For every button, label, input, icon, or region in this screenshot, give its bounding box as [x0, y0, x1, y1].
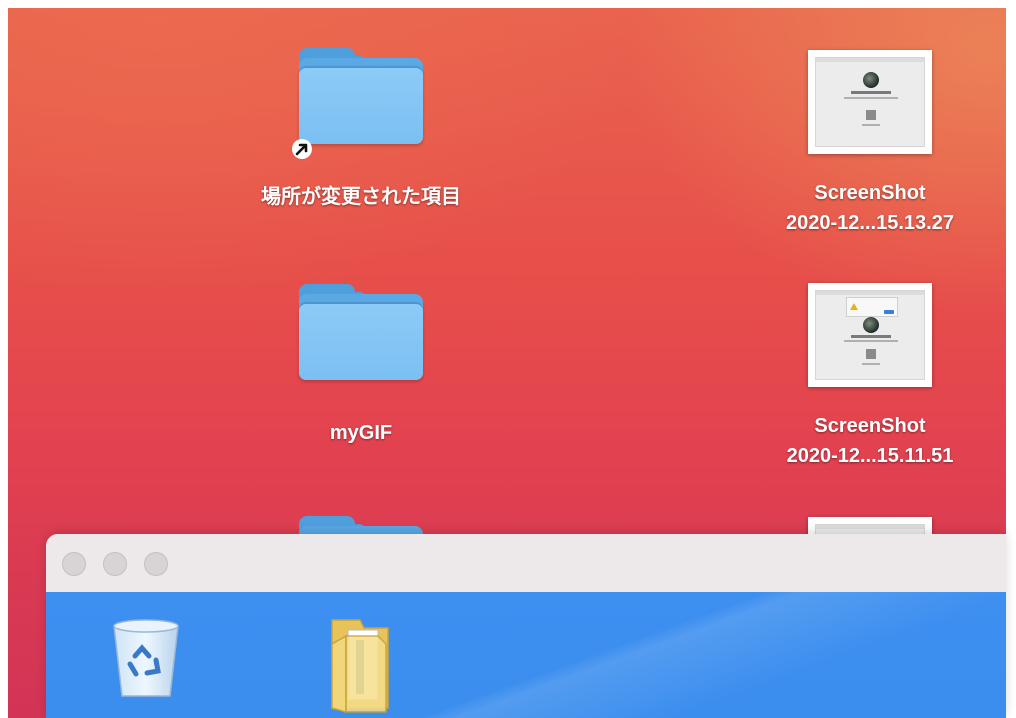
window-titlebar[interactable]	[46, 534, 1006, 592]
icon-label: myGIF	[329, 422, 393, 444]
zoom-button[interactable]	[144, 552, 168, 576]
disk-icon	[866, 110, 876, 120]
icon-label-line2: 2020-12...15.13.27	[786, 212, 954, 234]
close-button[interactable]	[62, 552, 86, 576]
minimize-button[interactable]	[103, 552, 127, 576]
macos-logo-icon	[863, 317, 879, 333]
icon-label-line1: ScreenShot	[814, 182, 926, 204]
desktop-icon-screenshot-2[interactable]: ScreenShot 2020-12...15.11.51	[758, 283, 982, 471]
folder-icon	[299, 284, 423, 380]
alert-dialog	[846, 297, 898, 317]
left-border	[0, 0, 8, 718]
folder-icon	[292, 48, 423, 159]
right-border	[1006, 0, 1016, 718]
vm-window[interactable]	[46, 534, 1006, 718]
alias-arrow-icon	[292, 139, 312, 159]
macos-logo-icon	[863, 72, 879, 88]
warning-icon	[850, 303, 858, 310]
desktop-icon-screenshot-1[interactable]: ScreenShot 2020-12...15.13.27	[758, 50, 982, 238]
window-content	[46, 592, 1006, 718]
icon-label: 場所が変更された項目	[261, 186, 461, 208]
icon-label-line1: ScreenShot	[814, 415, 926, 437]
disk-icon	[866, 349, 876, 359]
screenshot-thumbnail	[808, 50, 932, 154]
top-border	[0, 0, 1016, 8]
desktop: 場所が変更された項目 myGIF ScreenShot 2020-12...15…	[0, 0, 1016, 718]
icon-label-line2: 2020-12...15.11.51	[786, 445, 954, 467]
folder-icon[interactable]	[326, 614, 396, 714]
desktop-icon-mygif[interactable]: myGIF	[236, 284, 486, 448]
screenshot-thumbnail	[808, 283, 932, 387]
recycle-bin-icon[interactable]	[106, 616, 186, 706]
desktop-icon-moved-items[interactable]: 場所が変更された項目	[236, 48, 486, 212]
